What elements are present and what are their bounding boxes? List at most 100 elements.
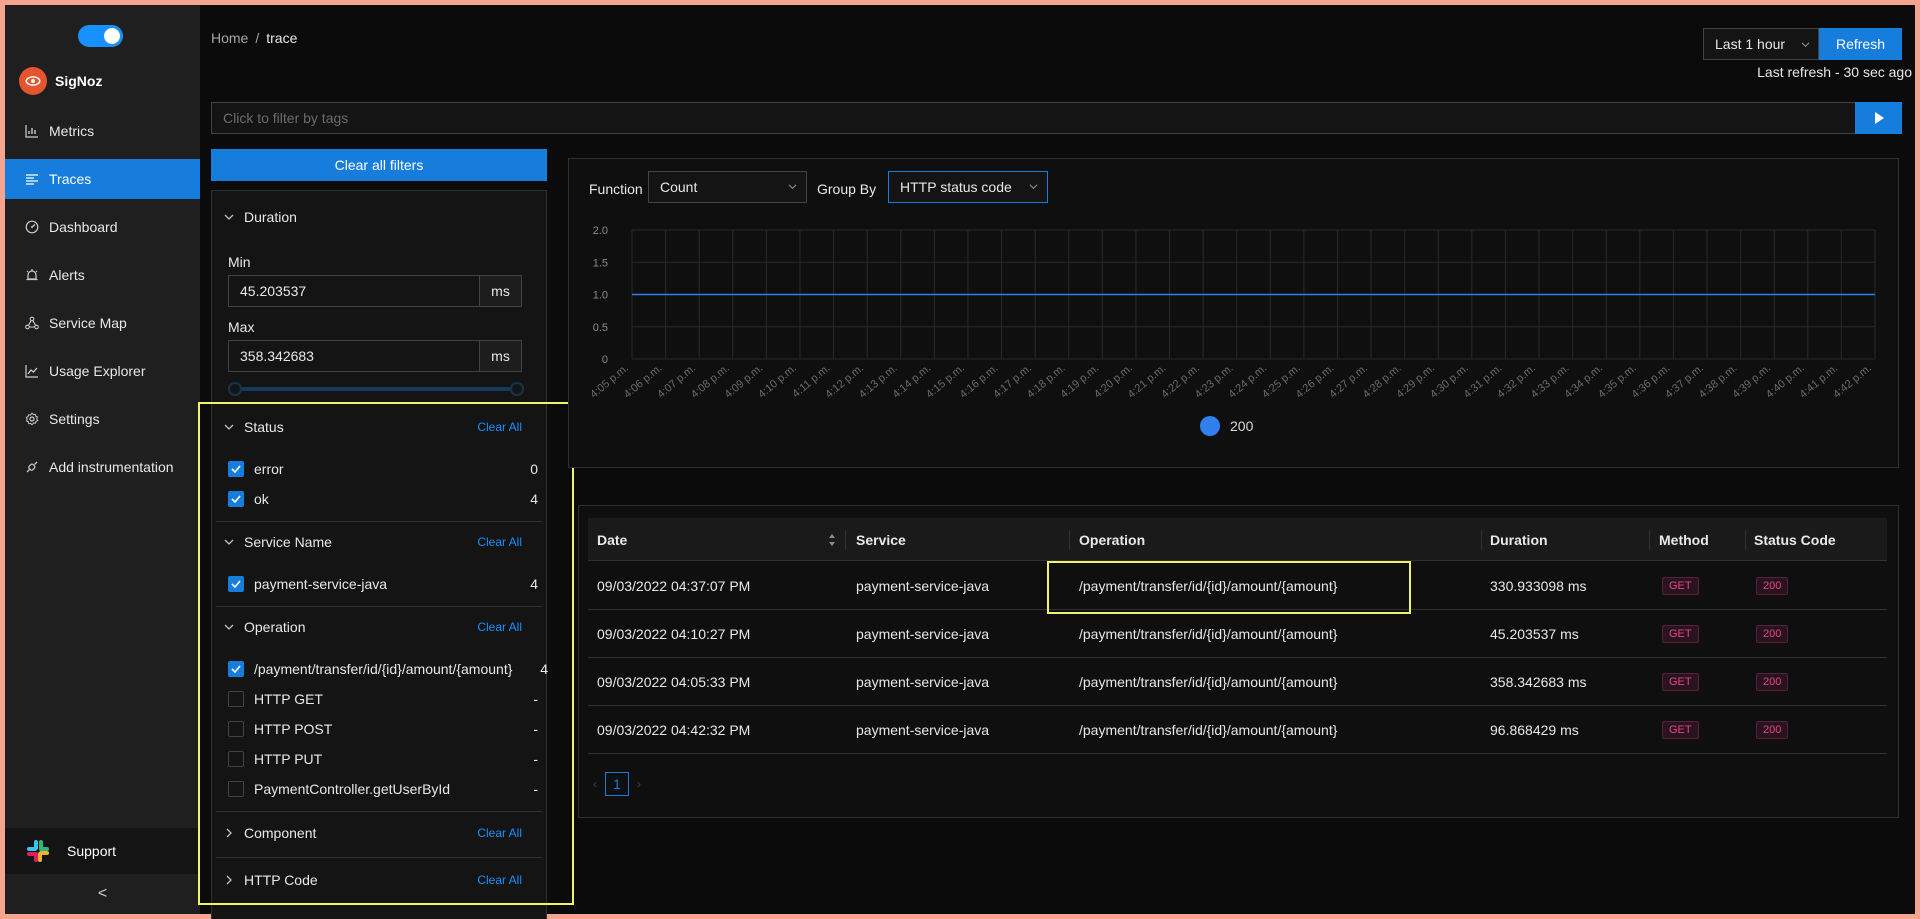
- y-tick-label: 0.5: [593, 322, 608, 334]
- refresh-button[interactable]: Refresh: [1819, 28, 1902, 60]
- last-refresh-text: Last refresh - 30 sec ago: [1757, 64, 1912, 80]
- chevron-down-icon: [788, 184, 797, 190]
- checkbox[interactable]: [228, 461, 244, 477]
- status-option-ok[interactable]: ok 4: [228, 487, 538, 511]
- operation-option-payment-transfer[interactable]: /payment/transfer/id/{id}/amount/{amount…: [228, 657, 548, 681]
- status-tag: 200: [1756, 625, 1789, 643]
- status-tag: 200: [1756, 673, 1789, 691]
- sort-icon[interactable]: [828, 533, 836, 547]
- checkbox[interactable]: [228, 576, 244, 592]
- operation-option-http-put[interactable]: HTTP PUT -: [228, 747, 538, 771]
- sidebar-item-metrics[interactable]: Metrics: [5, 111, 200, 151]
- traces-count-chart[interactable]: 2.01.51.00.504:05 p.m.4:06 p.m.4:07 p.m.…: [580, 217, 1880, 443]
- cell-duration: 330.933098 ms: [1490, 578, 1587, 594]
- checkbox[interactable]: [228, 721, 244, 737]
- check-icon: [231, 495, 241, 503]
- sidebar-item-usage-explorer[interactable]: Usage Explorer: [5, 351, 200, 391]
- status-section-header[interactable]: Status Clear All: [212, 407, 546, 447]
- http-code-clear-all[interactable]: Clear All: [477, 873, 522, 887]
- status-option-error[interactable]: error 0: [228, 457, 538, 481]
- service-option-payment-service-java[interactable]: payment-service-java 4: [228, 572, 538, 596]
- clear-all-filters-button[interactable]: Clear all filters: [211, 149, 547, 181]
- column-status-code[interactable]: Status Code: [1754, 518, 1836, 561]
- column-operation[interactable]: Operation: [1079, 518, 1145, 561]
- breadcrumb-current: trace: [266, 30, 298, 46]
- y-tick-label: 0: [602, 354, 608, 366]
- collapse-sidebar-button[interactable]: <: [5, 874, 200, 914]
- service-name-section-header[interactable]: Service Name Clear All: [212, 522, 546, 562]
- service-name-clear-all[interactable]: Clear All: [477, 535, 522, 549]
- duration-max-input[interactable]: 358.342683: [228, 340, 480, 372]
- support-link[interactable]: Support: [5, 828, 200, 874]
- checkbox[interactable]: [228, 751, 244, 767]
- brand[interactable]: SigNoz: [19, 67, 102, 95]
- column-duration[interactable]: Duration: [1490, 518, 1548, 561]
- operation-option-http-get[interactable]: HTTP GET -: [228, 687, 538, 711]
- table-header: Date Service Operation Duration Method S…: [588, 518, 1887, 561]
- table-row[interactable]: 09/03/2022 04:37:07 PM payment-service-j…: [588, 562, 1887, 610]
- http-code-section-header[interactable]: HTTP Code Clear All: [212, 860, 546, 900]
- group-by-value: HTTP status code: [900, 179, 1012, 195]
- page-1[interactable]: 1: [605, 772, 629, 796]
- check-icon: [231, 465, 241, 473]
- duration-slider-track[interactable]: [234, 387, 518, 391]
- option-count: -: [533, 781, 538, 797]
- status-title: Status: [244, 419, 284, 435]
- checkbox[interactable]: [228, 781, 244, 797]
- time-range-select[interactable]: Last 1 hour: [1703, 28, 1819, 60]
- checkbox[interactable]: [228, 661, 244, 677]
- duration-section-header[interactable]: Duration: [212, 197, 546, 237]
- next-page-icon[interactable]: ›: [637, 777, 641, 791]
- sidebar-item-traces[interactable]: Traces: [5, 159, 200, 199]
- component-clear-all[interactable]: Clear All: [477, 826, 522, 840]
- function-select[interactable]: Count: [648, 171, 807, 203]
- theme-toggle[interactable]: [78, 25, 123, 47]
- table-row[interactable]: 09/03/2022 04:10:27 PM payment-service-j…: [588, 610, 1887, 658]
- dashboard-icon: [25, 220, 39, 234]
- operation-clear-all[interactable]: Clear All: [477, 620, 522, 634]
- column-service[interactable]: Service: [856, 518, 906, 561]
- breadcrumb-home[interactable]: Home: [211, 30, 248, 46]
- table-row[interactable]: 09/03/2022 04:42:32 PM payment-service-j…: [588, 706, 1887, 754]
- sidebar-item-label: Traces: [49, 171, 92, 187]
- chevron-right-icon: [226, 875, 232, 885]
- operation-option-getuserbyid[interactable]: PaymentController.getUserById -: [228, 777, 538, 801]
- max-unit: ms: [479, 340, 522, 372]
- sidebar-item-alerts[interactable]: Alerts: [5, 255, 200, 295]
- x-tick-label: 4:42 p.m.: [1831, 362, 1874, 401]
- toggle-knob: [104, 28, 120, 44]
- bar-chart-icon: [25, 125, 38, 138]
- group-by-select[interactable]: HTTP status code: [888, 171, 1048, 203]
- operation-option-http-post[interactable]: HTTP POST -: [228, 717, 538, 741]
- cell-duration: 96.868429 ms: [1490, 722, 1579, 738]
- legend-label: 200: [1230, 418, 1254, 434]
- sidebar-item-service-map[interactable]: Service Map: [5, 303, 200, 343]
- pagination: ‹ 1 ›: [593, 772, 641, 796]
- status-clear-all[interactable]: Clear All: [477, 420, 522, 434]
- checkbox[interactable]: [228, 491, 244, 507]
- column-label: Service: [856, 531, 906, 548]
- sidebar-item-add-instrumentation[interactable]: Add instrumentation: [5, 447, 200, 487]
- operation-title: Operation: [244, 619, 306, 635]
- sidebar-item-settings[interactable]: Settings: [5, 399, 200, 439]
- duration-min-input[interactable]: 45.203537: [228, 275, 480, 307]
- column-date[interactable]: Date: [597, 518, 627, 561]
- min-unit: ms: [479, 275, 522, 307]
- chevron-down-icon: [1029, 184, 1038, 190]
- column-method[interactable]: Method: [1659, 518, 1709, 561]
- option-count: -: [533, 721, 538, 737]
- checkbox[interactable]: [228, 691, 244, 707]
- sidebar-item-dashboard[interactable]: Dashboard: [5, 207, 200, 247]
- table-row[interactable]: 09/03/2022 04:05:33 PM payment-service-j…: [588, 658, 1887, 706]
- duration-slider-min-handle[interactable]: [228, 382, 242, 396]
- duration-slider-max-handle[interactable]: [510, 382, 524, 396]
- operation-section-header[interactable]: Operation Clear All: [212, 607, 546, 647]
- cell-date: 09/03/2022 04:05:33 PM: [597, 674, 751, 690]
- run-query-button[interactable]: [1855, 102, 1902, 134]
- time-range-value: Last 1 hour: [1715, 36, 1786, 52]
- sidebar-item-label: Alerts: [49, 267, 85, 283]
- tag-filter-input[interactable]: Click to filter by tags: [211, 102, 1856, 134]
- chevron-down-icon: [224, 214, 234, 220]
- prev-page-icon[interactable]: ‹: [593, 777, 597, 791]
- component-section-header[interactable]: Component Clear All: [212, 813, 546, 853]
